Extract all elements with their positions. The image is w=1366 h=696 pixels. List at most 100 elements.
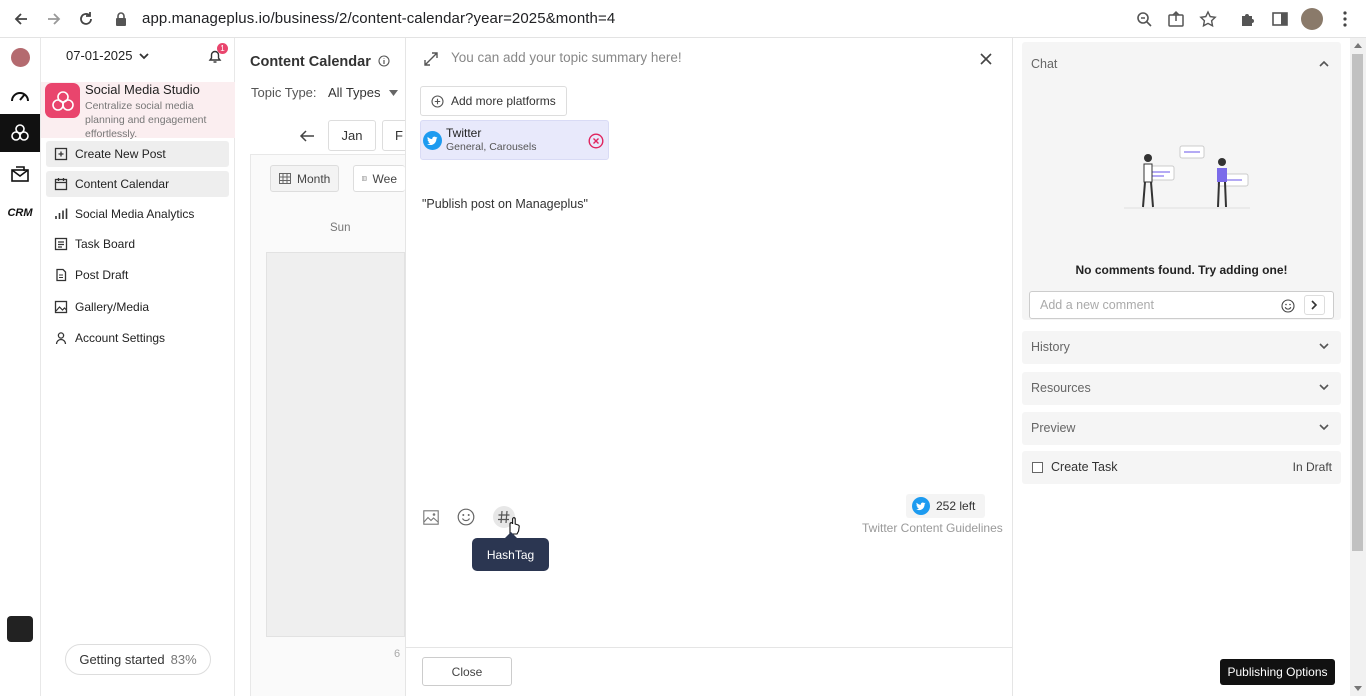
calendar-icon	[54, 178, 68, 191]
grid-icon	[279, 173, 291, 184]
resources-accordion[interactable]: Resources	[1022, 372, 1341, 405]
chevron-down-icon	[138, 52, 149, 59]
chevron-up-icon[interactable]	[1319, 60, 1329, 67]
sidebar-item-content-calendar[interactable]: Content Calendar	[46, 171, 229, 197]
getting-started-label: Getting started	[79, 652, 165, 667]
sidebar-item-post-draft[interactable]: Post Draft	[46, 262, 229, 288]
view-month-button[interactable]: Month	[270, 165, 340, 192]
page-title: Content Calendar	[250, 54, 390, 70]
sidebar-item-label: Create New Post	[75, 147, 166, 161]
progress-percent: 83%	[170, 652, 197, 667]
topic-type-select[interactable]: All Types	[328, 85, 398, 100]
close-button[interactable]: Close	[422, 657, 512, 686]
platform-subtypes: General, Carousels	[446, 141, 537, 153]
calendar-cell[interactable]	[266, 252, 405, 637]
forward-arrow-icon[interactable]	[45, 10, 63, 28]
prev-month-icon[interactable]	[299, 129, 315, 143]
caret-down-icon	[388, 89, 398, 96]
sidebar-item-label: Account Settings	[75, 331, 166, 345]
editor-toolbar	[423, 506, 515, 528]
comment-input[interactable]: Add a new comment	[1029, 291, 1334, 319]
studio-logo-icon	[45, 83, 80, 118]
address-bar[interactable]: app.manageplus.io/business/2/content-cal…	[142, 10, 615, 27]
topic-summary-input[interactable]: You can add your topic summary here!	[451, 50, 682, 65]
emoji-icon[interactable]	[457, 508, 475, 526]
platform-chip-twitter[interactable]: Twitter General, Carousels	[420, 120, 609, 160]
create-task-row: Create Task In Draft	[1022, 451, 1341, 484]
sidebar-item-social-media-analytics[interactable]: Social Media Analytics	[46, 201, 229, 227]
scroll-thumb[interactable]	[1352, 54, 1363, 551]
zoom-icon[interactable]	[1135, 10, 1153, 28]
post-content-editor[interactable]: "Publish post on Manageplus"	[422, 197, 588, 211]
date-selector[interactable]: 07-01-2025	[10, 48, 149, 63]
scroll-down-icon[interactable]	[1354, 686, 1362, 691]
sidebar-item-task-board[interactable]: Task Board	[46, 231, 229, 257]
share-icon[interactable]	[1167, 10, 1185, 28]
history-accordion[interactable]: History	[1022, 331, 1341, 364]
emoji-icon[interactable]	[1281, 299, 1295, 313]
date-label: 07-01-2025	[66, 48, 133, 63]
view-week-button[interactable]: Wee	[353, 165, 405, 192]
platform-name: Twitter	[446, 126, 482, 140]
sidebar-item-create-new-post[interactable]: Create New Post	[46, 141, 229, 167]
chevron-down-icon	[1319, 343, 1329, 350]
notification-badge: 1	[217, 43, 228, 54]
day-number: 6	[394, 648, 401, 660]
sidebar-item-label: Social Media Analytics	[75, 207, 195, 221]
expand-icon[interactable]	[424, 52, 438, 66]
create-task-label: Create Task	[1051, 460, 1118, 474]
reload-icon[interactable]	[77, 10, 95, 28]
create-post-icon	[54, 147, 68, 161]
gallery-icon	[54, 300, 68, 314]
scroll-up-icon[interactable]	[1354, 43, 1362, 48]
back-arrow-icon[interactable]	[12, 10, 30, 28]
hashtag-tooltip: HashTag	[472, 532, 549, 571]
sidebar-item-label: Content Calendar	[75, 177, 170, 191]
getting-started-button[interactable]: Getting started 83%	[65, 644, 211, 675]
dashboard-icon[interactable]	[0, 76, 40, 114]
remove-platform-icon[interactable]	[588, 133, 604, 149]
bookmark-star-icon[interactable]	[1199, 10, 1217, 28]
side-panel-icon[interactable]	[1271, 10, 1289, 28]
sidebar-item-label: Gallery/Media	[75, 300, 150, 314]
image-upload-icon[interactable]	[423, 509, 439, 525]
browser-toolbar: app.manageplus.io/business/2/content-cal…	[0, 0, 1366, 38]
chat-title[interactable]: Chat	[1031, 57, 1057, 71]
day-header-sun: Sun	[330, 222, 351, 234]
sidebar-item-gallery-media[interactable]: Gallery/Media	[46, 294, 229, 320]
content-guidelines-link[interactable]: Twitter Content Guidelines	[862, 521, 1003, 535]
empty-state-text: No comments found. Try adding one!	[1075, 263, 1288, 277]
social-studio-icon[interactable]	[0, 114, 40, 152]
sidebar-item-account-settings[interactable]: Account Settings	[46, 325, 229, 351]
chevron-down-icon	[1319, 384, 1329, 391]
create-task-checkbox[interactable]	[1032, 462, 1043, 473]
sidebar-item-label: Task Board	[75, 237, 136, 251]
info-icon[interactable]	[378, 55, 390, 67]
char-counter: 252 left	[906, 494, 986, 518]
plus-circle-icon	[431, 94, 444, 108]
menu-dots-icon[interactable]	[1336, 10, 1354, 28]
preview-accordion[interactable]: Preview	[1022, 412, 1341, 445]
page-scrollbar[interactable]	[1350, 38, 1366, 696]
topic-type-label: Topic Type:	[251, 85, 317, 100]
twitter-icon	[912, 497, 930, 515]
send-comment-button[interactable]	[1304, 295, 1325, 315]
lock-icon[interactable]	[114, 11, 128, 27]
mail-icon[interactable]	[0, 155, 40, 193]
user-avatar[interactable]	[7, 616, 33, 642]
close-icon[interactable]	[980, 53, 992, 65]
crm-icon[interactable]: CRM	[0, 194, 40, 232]
chevron-down-icon	[1319, 424, 1329, 431]
app-rail: CRM	[0, 38, 41, 696]
add-platforms-button[interactable]: Add more platforms	[420, 86, 567, 116]
studio-description: Centralize social media planning and eng…	[85, 100, 207, 140]
columns-icon	[362, 176, 367, 181]
task-status-label: In Draft	[1292, 460, 1332, 474]
user-icon	[55, 332, 67, 345]
profile-avatar[interactable]	[1301, 8, 1323, 30]
sidebar: 07-01-2025 1 Social Media Studio Central…	[41, 38, 235, 696]
month-button-jan[interactable]: Jan	[328, 120, 376, 151]
post-editor: You can add your topic summary here! Add…	[405, 38, 1013, 696]
publishing-options-button[interactable]: Publishing Options	[1220, 659, 1335, 685]
extensions-icon[interactable]	[1239, 10, 1257, 28]
